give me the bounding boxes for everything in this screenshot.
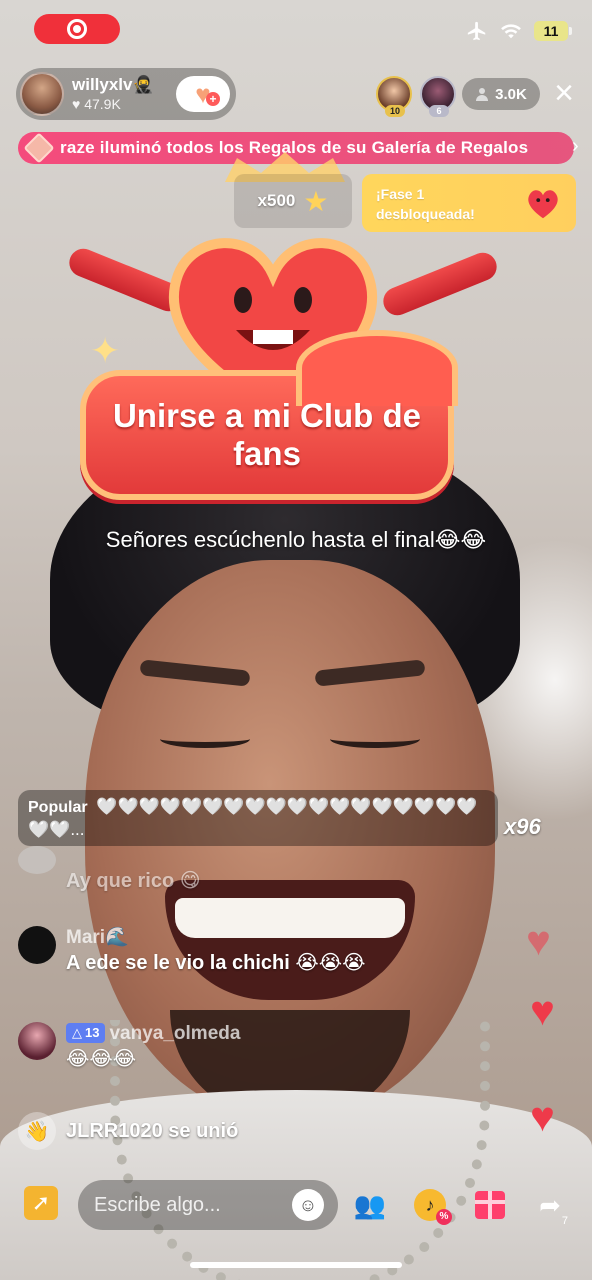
battery-indicator: 11 xyxy=(534,21,572,41)
chat-message[interactable]: Ay que rico 😋 xyxy=(18,846,201,894)
share-arrow-glyph: ➦ xyxy=(539,1189,561,1220)
promote-icon[interactable]: ♪% xyxy=(408,1183,452,1227)
fan-club-sticker[interactable]: ✦ Unirse a mi Club de fans xyxy=(60,210,501,510)
percent-icon: % xyxy=(436,1209,452,1225)
record-icon xyxy=(67,19,87,39)
fan-club-join-button[interactable]: Unirse a mi Club de fans xyxy=(80,330,458,500)
fan-club-line-2: fans xyxy=(233,435,301,472)
chat-body: Mari🌊 A ede se le vio la chichi 😭😭😭 xyxy=(66,926,365,976)
join-notice: 👋 JLRR1020 se unió xyxy=(18,1112,238,1150)
level-badge: △ 13 xyxy=(66,1023,106,1043)
comment-placeholder: Escribe algo... xyxy=(94,1193,221,1216)
top-viewer-2-badge: 6 xyxy=(429,105,449,117)
popular-multiplier: x96 xyxy=(504,814,541,839)
wave-hand-icon: 👋 xyxy=(18,1112,56,1150)
screen-record-indicator[interactable] xyxy=(34,14,120,44)
close-icon[interactable]: × xyxy=(548,76,580,110)
floating-heart-icon: ♥ xyxy=(526,917,551,964)
gift-gallery-banner[interactable]: raze iluminó todos los Regalos de su Gal… xyxy=(18,132,574,164)
host-info: willyxlv🥷 ♥ 47.9K xyxy=(72,75,176,113)
top-viewer-1[interactable]: 10 xyxy=(376,76,412,117)
system-status-icons: 11 xyxy=(466,20,572,42)
gift-box-shape xyxy=(475,1191,505,1219)
person-icon xyxy=(476,88,489,101)
plus-icon: + xyxy=(206,92,220,106)
chat-avatar[interactable] xyxy=(18,846,56,874)
chat-user-line: △ 13 vanya_olmeda xyxy=(66,1022,240,1046)
chat-username[interactable]: vanya_olmeda xyxy=(109,1023,240,1044)
join-text: JLRR1020 se unió xyxy=(66,1119,239,1142)
gem-icon xyxy=(23,132,55,164)
bottom-toolbar: ➚ Escribe algo... ☺ 👥 ♪% ➦ 7 xyxy=(0,1180,592,1236)
phase-line-1: ¡Fase 1 xyxy=(376,186,425,202)
floating-heart-icon: ♥ xyxy=(530,987,555,1034)
chat-avatar[interactable] xyxy=(18,926,56,964)
viewer-count-button[interactable]: 3.0K xyxy=(462,78,540,110)
emoji-icon[interactable]: ☺ xyxy=(292,1189,324,1221)
right-eye xyxy=(330,730,420,748)
airplane-icon xyxy=(467,21,486,41)
chat-text: A ede se le vio la chichi 😭😭😭 xyxy=(66,952,366,974)
share-count: 7 xyxy=(561,1215,568,1227)
follow-fanclub-button[interactable]: ♥ + xyxy=(176,76,230,112)
heart-icon: ♥ xyxy=(72,96,81,112)
video-caption: Señores escúchenlo hasta el final😂😂 xyxy=(105,527,487,552)
chat-message[interactable]: △ 13 vanya_olmeda 😂😂😂 xyxy=(18,1022,240,1072)
chat-body: △ 13 vanya_olmeda 😂😂😂 xyxy=(66,1022,240,1072)
host-avatar[interactable] xyxy=(20,72,64,116)
sparkle-icon: ✦ xyxy=(90,330,121,371)
share-live-icon[interactable]: ➚ xyxy=(24,1186,58,1220)
host-name: willyxlv🥷 xyxy=(72,75,154,94)
chat-username[interactable]: Mari🌊 xyxy=(66,926,365,950)
left-eye xyxy=(160,730,250,748)
viewer-count: 3.0K xyxy=(495,85,527,103)
popular-comment-bar[interactable]: Popular 🤍🤍🤍🤍🤍🤍🤍🤍🤍🤍🤍🤍🤍🤍🤍🤍🤍🤍🤍🤍... xyxy=(18,790,498,846)
chat-body: Ay que rico 😋 xyxy=(66,868,201,894)
chat-text: 😂😂😂 xyxy=(66,1048,137,1070)
popular-hearts: 🤍🤍🤍🤍🤍🤍🤍🤍🤍🤍🤍🤍🤍🤍🤍🤍🤍🤍🤍🤍... xyxy=(28,797,478,839)
chat-avatar[interactable] xyxy=(18,1022,56,1060)
home-indicator[interactable] xyxy=(190,1262,402,1268)
coin-icon: ♪% xyxy=(414,1189,452,1225)
share-arrow-icon[interactable]: ➦ 7 xyxy=(528,1183,572,1228)
host-likes-count: 47.9K xyxy=(84,96,121,112)
fan-club-line-1: Unirse a mi Club de xyxy=(112,397,422,434)
host-likes: ♥ 47.9K xyxy=(72,95,176,113)
chat-text: Ay que rico 😋 xyxy=(66,870,201,892)
gift-icon[interactable] xyxy=(468,1183,512,1227)
top-viewer-1-badge: 10 xyxy=(385,105,405,117)
top-viewer-2[interactable]: 6 xyxy=(420,76,456,117)
gift-combo-count: x500 xyxy=(257,191,296,210)
popular-label: Popular xyxy=(28,799,88,816)
level-number: 13 xyxy=(85,1025,100,1040)
chat-message[interactable]: Mari🌊 A ede se le vio la chichi 😭😭😭 xyxy=(18,926,365,976)
host-profile-pill[interactable]: willyxlv🥷 ♥ 47.9K ♥ + xyxy=(16,68,236,120)
fan-club-label: Unirse a mi Club de fans xyxy=(113,397,421,473)
heart-mascot-icon xyxy=(528,190,558,219)
chevron-right-icon[interactable]: › xyxy=(572,135,579,158)
floating-heart-icon: ♥ xyxy=(530,1093,555,1140)
triangle-icon: △ xyxy=(72,1025,82,1040)
banner-text: raze iluminó todos los Regalos de su Gal… xyxy=(60,138,529,157)
wifi-icon xyxy=(501,24,521,39)
multi-guest-icon[interactable]: 👥 xyxy=(348,1183,392,1227)
